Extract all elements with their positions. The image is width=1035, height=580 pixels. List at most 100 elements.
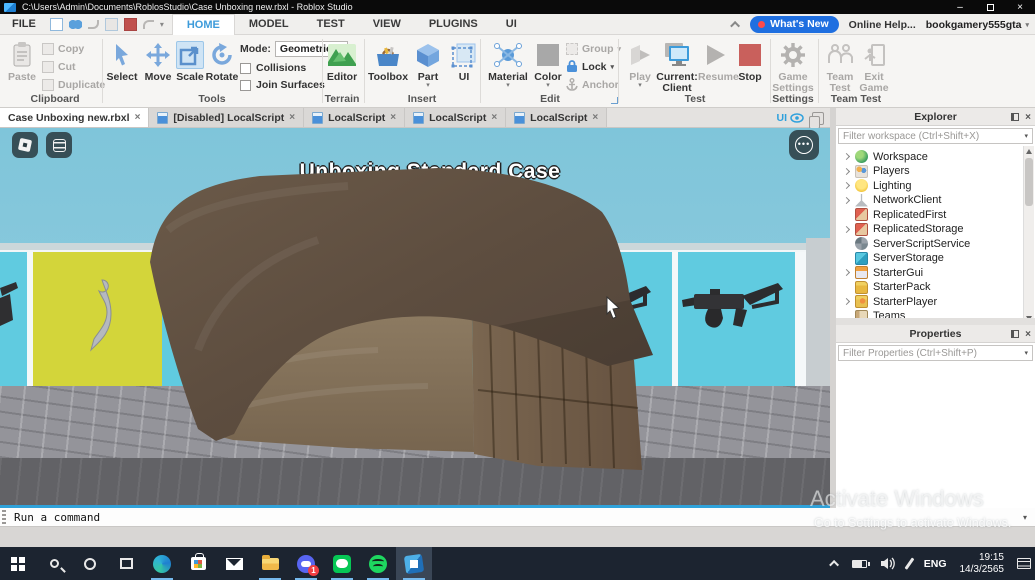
collapse-ribbon-icon[interactable]: [730, 21, 740, 31]
store-button[interactable]: [180, 547, 216, 580]
more-options-button[interactable]: •••: [789, 130, 819, 160]
tree-item-replicatedstorage[interactable]: ReplicatedStorage: [836, 222, 1021, 237]
pen-icon[interactable]: [905, 557, 915, 569]
select-tool-button[interactable]: Select: [104, 38, 140, 83]
part-button[interactable]: Part ▾: [410, 38, 446, 88]
tree-item-replicatedfirst[interactable]: ReplicatedFirst: [836, 207, 1021, 222]
material-button[interactable]: Material ▾: [486, 38, 530, 88]
karambit-knife[interactable]: [82, 276, 122, 356]
play-dropdown-caret[interactable]: ▾: [622, 83, 658, 88]
expand-chevron-icon[interactable]: [843, 182, 850, 189]
color-button[interactable]: Color ▾: [530, 38, 566, 88]
edit-group-expand-icon[interactable]: [611, 97, 618, 104]
paste-button[interactable]: Paste: [4, 38, 40, 83]
tree-item-players[interactable]: Players: [836, 164, 1021, 179]
panel-layout-icon[interactable]: [812, 112, 824, 125]
close-tab-icon[interactable]: ×: [390, 112, 396, 123]
color-dropdown-caret[interactable]: ▾: [530, 83, 566, 88]
redo-icon[interactable]: [88, 20, 99, 29]
minimize-button[interactable]: –: [945, 0, 975, 14]
toolbox-button[interactable]: Toolbox: [368, 38, 408, 83]
close-tab-icon[interactable]: ×: [289, 112, 295, 123]
tab-test[interactable]: TEST: [303, 14, 359, 35]
language-indicator[interactable]: ENG: [924, 558, 947, 570]
expand-chevron-icon[interactable]: [843, 225, 850, 232]
doc-tab-script-1[interactable]: [Disabled] LocalScript×: [149, 108, 304, 127]
tree-item-serverstorage[interactable]: ServerStorage: [836, 251, 1021, 266]
spotify-button[interactable]: [360, 547, 396, 580]
command-dropdown-caret[interactable]: ▾: [1023, 513, 1027, 522]
close-panel-icon[interactable]: ×: [1025, 112, 1031, 123]
resume-button[interactable]: Resume: [698, 38, 734, 83]
explorer-scrollbar[interactable]: [1023, 146, 1034, 324]
paste-quick-icon[interactable]: [105, 18, 118, 31]
file-explorer-button[interactable]: [252, 547, 288, 580]
exit-game-button[interactable]: ExitGame: [856, 38, 892, 94]
terrain-editor-button[interactable]: Editor: [324, 38, 360, 83]
close-panel-icon[interactable]: ×: [1025, 329, 1031, 340]
close-button[interactable]: ×: [1005, 0, 1035, 14]
expand-chevron-icon[interactable]: [843, 269, 850, 276]
undo-icon[interactable]: [143, 20, 154, 29]
line-button[interactable]: [324, 547, 360, 580]
explorer-filter-input[interactable]: Filter workspace (Ctrl+Shift+X) ▾: [838, 128, 1033, 144]
scroll-up-icon[interactable]: [1026, 149, 1032, 154]
tree-item-startergui[interactable]: StarterGui: [836, 265, 1021, 280]
dock-icon[interactable]: [1011, 113, 1019, 121]
stop-button[interactable]: Stop: [732, 38, 768, 83]
close-tab-icon[interactable]: ×: [592, 112, 598, 123]
scale-tool-button[interactable]: Scale: [172, 38, 208, 83]
anchor-button[interactable]: Anchor: [566, 77, 621, 92]
command-bar[interactable]: Run a command ▾: [0, 508, 1035, 527]
expand-chevron-icon[interactable]: [843, 196, 850, 203]
viewport-3d[interactable]: Unboxing Standard Case: [0, 128, 830, 508]
collisions-checkbox[interactable]: [240, 63, 251, 74]
wooden-hut[interactable]: [138, 150, 668, 480]
group-button[interactable]: Group▾: [566, 41, 621, 56]
dock-icon[interactable]: [1011, 330, 1019, 338]
doc-tab-script-3[interactable]: LocalScript×: [405, 108, 506, 127]
doc-tab-script-2[interactable]: LocalScript×: [304, 108, 405, 127]
scrollbar-thumb[interactable]: [1025, 158, 1033, 206]
tray-expand-icon[interactable]: [829, 560, 839, 570]
close-tab-icon[interactable]: ×: [135, 112, 141, 123]
current-client-button[interactable]: Current:Client: [656, 38, 698, 94]
roblox-studio-taskbar-button[interactable]: [396, 547, 432, 580]
qat-dropdown-icon[interactable]: ▾: [160, 20, 164, 29]
material-dropdown-caret[interactable]: ▾: [486, 83, 530, 88]
tab-view[interactable]: VIEW: [359, 14, 415, 35]
tree-item-lighting[interactable]: Lighting: [836, 178, 1021, 193]
tab-model[interactable]: MODEL: [235, 14, 303, 35]
stop-quick-icon[interactable]: [124, 18, 137, 31]
rotate-tool-button[interactable]: Rotate: [204, 38, 240, 83]
expand-chevron-icon[interactable]: [843, 167, 850, 174]
open-file-icon[interactable]: [69, 18, 82, 31]
join-surfaces-checkbox[interactable]: [240, 80, 251, 91]
command-input[interactable]: Run a command: [14, 511, 100, 524]
cortana-button[interactable]: [72, 547, 108, 580]
explorer-properties-splitter[interactable]: [836, 318, 1035, 325]
file-menu-button[interactable]: FILE: [0, 14, 48, 35]
task-view-button[interactable]: [108, 547, 144, 580]
new-file-icon[interactable]: [50, 18, 63, 31]
cut-button[interactable]: Cut: [42, 59, 105, 74]
account-menu[interactable]: bookgamery555gta ▾: [926, 19, 1029, 31]
tab-ui[interactable]: UI: [492, 14, 531, 35]
game-settings-button[interactable]: GameSettings: [772, 38, 814, 94]
play-button[interactable]: Play ▾: [622, 38, 658, 88]
doc-tab-place[interactable]: Case Unboxing new.rbxl×: [0, 108, 149, 127]
tab-plugins[interactable]: PLUGINS: [415, 14, 492, 35]
insert-ui-button[interactable]: UI: [446, 38, 482, 83]
search-button[interactable]: [36, 547, 72, 580]
volume-icon[interactable]: [880, 557, 895, 570]
online-help-button[interactable]: Online Help...: [849, 19, 916, 31]
copy-button[interactable]: Copy: [42, 41, 105, 56]
properties-filter-input[interactable]: Filter Properties (Ctrl+Shift+P) ▾: [838, 345, 1033, 361]
lock-button[interactable]: Lock▾: [566, 59, 621, 74]
team-test-button[interactable]: TeamTest: [822, 38, 858, 94]
gun-edge-partial[interactable]: [0, 280, 20, 335]
duplicate-button[interactable]: Duplicate: [42, 77, 105, 92]
tree-item-starterplayer[interactable]: StarterPlayer: [836, 294, 1021, 309]
battery-icon[interactable]: [852, 560, 867, 568]
whats-new-button[interactable]: What's New: [750, 16, 839, 33]
